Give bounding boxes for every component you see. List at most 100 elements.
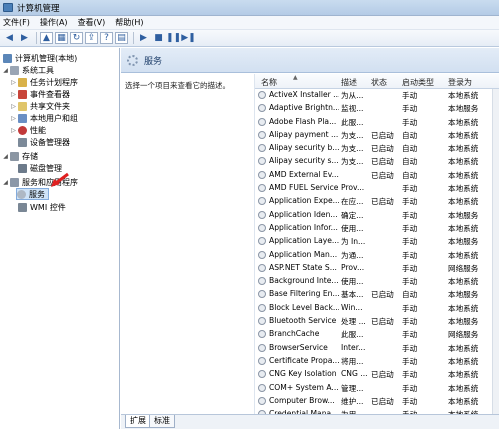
table-row[interactable]: AMD FUEL Service Prov... 手动 本地系统 (255, 182, 499, 195)
collapse-arrow-icon[interactable]: ◢ (2, 153, 9, 160)
list-header: 名称 ▲ 描述 状态 启动类型 登录为 (255, 74, 499, 89)
expand-arrow-icon[interactable]: ▷ (10, 91, 17, 98)
column-description[interactable]: 描述 (341, 77, 357, 88)
table-row[interactable]: Computer Brow... 维护... 已启动 手动 本地系统 (255, 395, 499, 408)
menu-help[interactable]: 帮助(H) (115, 17, 143, 28)
table-row[interactable]: COM+ System A... 管理... 手动 本地系统 (255, 382, 499, 395)
column-name[interactable]: 名称 (261, 77, 277, 88)
forward-icon[interactable]: ▶ (18, 32, 31, 44)
export-icon[interactable]: ⇪ (85, 32, 98, 44)
play-icon[interactable]: ▶ (137, 32, 150, 44)
cell-startup: 手动 (402, 330, 418, 340)
menu-action[interactable]: 操作(A) (40, 17, 68, 28)
stop-icon[interactable]: ■ (152, 32, 165, 44)
tree-local-users[interactable]: ▷ 本地用户和组 (10, 112, 78, 124)
cell-desc: 此服... (341, 117, 364, 127)
cell-name: ActiveX Installer ... (269, 90, 339, 99)
tree-performance[interactable]: ▷ 性能 (10, 124, 46, 136)
service-rows: ActiveX Installer ... 为从... 手动 本地系统 Adaptive… (255, 89, 499, 414)
services-title: 服务 (144, 56, 163, 67)
tree-event-viewer[interactable]: ▷ 事件查看器 (10, 88, 70, 100)
table-row[interactable]: Base Filtering En... 基本... 已启动 自动 本地服务 (255, 288, 499, 301)
column-startup-type[interactable]: 启动类型 (402, 77, 434, 88)
table-row[interactable]: BrowserService Inter... 手动 本地系统 (255, 342, 499, 355)
expand-arrow-icon[interactable]: ▷ (10, 127, 17, 134)
tree-services[interactable]: 服务 (16, 188, 49, 200)
service-gear-icon (258, 277, 266, 286)
expand-arrow-icon[interactable]: ▷ (10, 79, 17, 86)
table-row[interactable]: Certificate Propa... 将用... 手动 本地系统 (255, 355, 499, 368)
tree-services-applications[interactable]: ◢ 服务和应用程序 (2, 176, 78, 188)
table-row[interactable]: Application Laye... 为 In... 手动 本地服务 (255, 235, 499, 248)
table-row[interactable]: AMD External Ev... 已启动 自动 本地系统 (255, 169, 499, 182)
services-apps-icon (10, 177, 19, 187)
cell-desc: 管理... (341, 383, 364, 393)
cell-desc: 为 In... (341, 237, 366, 247)
service-gear-icon (258, 356, 266, 365)
table-row[interactable]: Application Infor... 使用... 手动 本地系统 (255, 222, 499, 235)
cell-name: Base Filtering En... (269, 289, 339, 299)
service-gear-icon (258, 303, 266, 312)
table-row[interactable]: Application Man... 为通... 手动 本地系统 (255, 249, 499, 262)
column-log-on-as[interactable]: 登录为 (448, 77, 472, 88)
cell-logon: 本地系统 (448, 277, 479, 287)
table-row[interactable]: ActiveX Installer ... 为从... 手动 本地系统 (255, 89, 499, 102)
expand-arrow-icon[interactable]: ▷ (10, 103, 17, 110)
tree-device-manager[interactable]: 设备管理器 (18, 136, 70, 148)
refresh-icon[interactable]: ↻ (70, 32, 83, 44)
restart-icon[interactable]: ▶❚ (181, 32, 195, 44)
menu-view[interactable]: 查看(V) (78, 17, 106, 28)
table-row[interactable]: Application Iden... 确定... 手动 本地服务 (255, 209, 499, 222)
tree-shared-folders[interactable]: ▷ 共享文件夹 (10, 100, 70, 112)
show-tree-icon[interactable]: ▦ (55, 32, 68, 44)
table-row[interactable]: BranchCache 此服... 手动 网络服务 (255, 328, 499, 341)
table-row[interactable]: Adobe Flash Pla... 此服... 手动 本地系统 (255, 116, 499, 129)
service-gear-icon (258, 370, 266, 379)
table-row[interactable]: Bluetooth Service 处理 ... 已启动 手动 本地服务 (255, 315, 499, 328)
table-row[interactable]: Application Expe... 在应... 已启动 手动 本地系统 (255, 195, 499, 208)
collapse-arrow-icon[interactable]: ◢ (2, 179, 9, 186)
tree-disk-management[interactable]: 磁盘管理 (18, 162, 62, 174)
help-icon[interactable]: ? (100, 32, 113, 44)
table-row[interactable]: Block Level Back... Win... 手动 本地系统 (255, 302, 499, 315)
up-folder-icon[interactable]: ▲ (40, 32, 53, 44)
pause-icon[interactable]: ❚❚ (166, 32, 181, 44)
expand-arrow-icon[interactable]: ▷ (10, 115, 17, 122)
tree-storage[interactable]: ◢ 存储 (2, 150, 38, 162)
cell-name: COM+ System A... (269, 382, 339, 392)
back-icon[interactable]: ◀ (3, 32, 16, 44)
cell-name: Application Infor... (269, 222, 338, 232)
tree-root[interactable]: 计算机管理(本地) (3, 52, 77, 64)
properties-icon[interactable]: ▤ (115, 32, 128, 44)
table-row[interactable]: Alipay security b... 为支... 已启动 自动 本地系统 (255, 142, 499, 155)
menu-file[interactable]: 文件(F) (3, 17, 30, 28)
table-row[interactable]: Background Inte... 使用... 手动 本地系统 (255, 275, 499, 288)
cell-logon: 本地系统 (448, 356, 479, 366)
table-row[interactable]: Alipay security s... 为支... 已启动 自动 本地系统 (255, 155, 499, 168)
tools-icon (10, 65, 19, 75)
tab-standard[interactable]: 标准 (149, 415, 175, 428)
tree-system-tools[interactable]: ◢ 系统工具 (2, 64, 54, 76)
cell-name: Adaptive Brightn... (269, 103, 339, 113)
title-bar: 计算机管理 (0, 0, 499, 16)
vertical-scrollbar[interactable] (492, 89, 499, 414)
collapse-arrow-icon[interactable]: ◢ (2, 67, 9, 74)
cell-startup: 自动 (402, 130, 418, 140)
column-status[interactable]: 状态 (371, 77, 387, 88)
table-row[interactable]: ASP.NET State S... Prov... 手动 网络服务 (255, 262, 499, 275)
cell-logon: 本地系统 (448, 383, 479, 393)
table-row[interactable]: Alipay payment ... 为支... 已启动 自动 本地系统 (255, 129, 499, 142)
cell-startup: 手动 (402, 250, 418, 260)
table-row[interactable]: CNG Key Isolation CNG ... 已启动 手动 本地系统 (255, 368, 499, 381)
services-gear-icon (127, 54, 138, 66)
users-icon (18, 113, 27, 123)
service-gear-icon (258, 117, 266, 126)
tab-extended[interactable]: 扩展 (125, 415, 151, 428)
table-row[interactable]: Adaptive Brightn... 监视... 手动 本地服务 (255, 102, 499, 115)
view-tabs: 扩展 标准 (121, 414, 499, 429)
tree-task-scheduler[interactable]: ▷ 任务计划程序 (10, 76, 78, 88)
cell-startup: 手动 (402, 383, 418, 393)
cell-desc: Inter... (341, 342, 366, 352)
tree-wmi-control[interactable]: WMI 控件 (18, 201, 66, 213)
cell-logon: 本地系统 (448, 130, 479, 140)
